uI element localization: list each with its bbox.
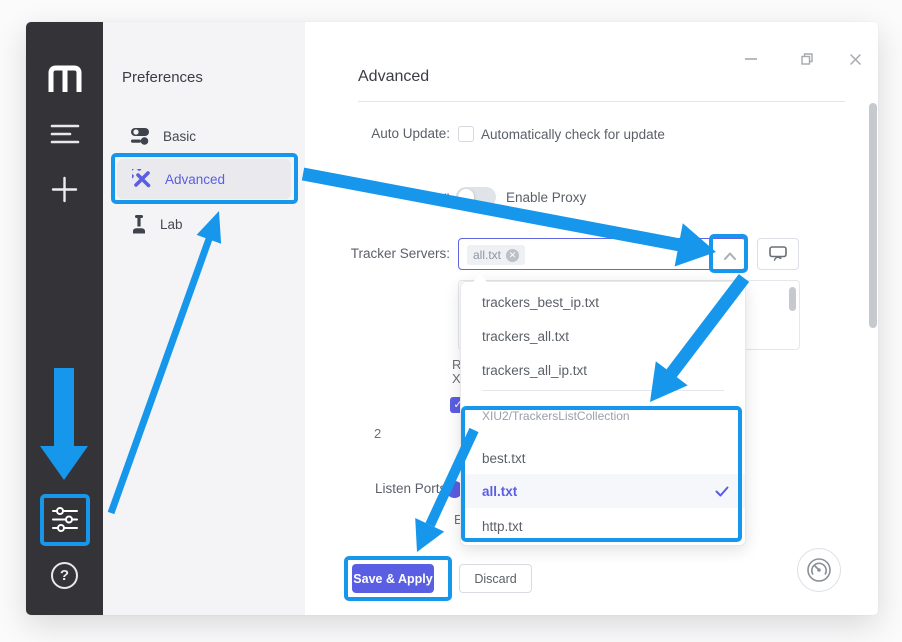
proxy-label: Proxy: xyxy=(305,189,450,204)
task-list-icon[interactable] xyxy=(50,123,80,145)
nav-item-label: Lab xyxy=(160,217,183,232)
toggle-knob xyxy=(458,189,474,205)
selected-tag: all.txt ✕ xyxy=(467,245,525,265)
minimize-button[interactable] xyxy=(737,46,765,72)
toggles-icon xyxy=(131,127,150,145)
lab-stamp-icon xyxy=(131,215,147,234)
auto-update-option-label: Automatically check for update xyxy=(481,127,665,142)
nav-title: Preferences xyxy=(122,69,203,86)
auto-update-label: Auto Update: xyxy=(305,126,450,141)
dropdown-item[interactable]: trackers_all_ip.txt xyxy=(461,354,745,386)
title-divider xyxy=(358,101,845,102)
nav-item-lab[interactable]: Lab xyxy=(131,212,291,236)
close-button[interactable] xyxy=(841,46,869,72)
nav-item-label: Basic xyxy=(163,129,196,144)
highlight-box-dropdown-group xyxy=(461,406,742,542)
listen-ports-label: Listen Ports: xyxy=(305,481,450,496)
motrix-logo-icon xyxy=(47,64,83,92)
highlight-box-advanced xyxy=(111,153,298,204)
main-scrollbar[interactable] xyxy=(869,103,877,328)
highlight-box-chevron xyxy=(709,234,748,273)
textarea-scrollbar[interactable] xyxy=(789,287,796,311)
speedometer-icon xyxy=(806,557,832,583)
auto-update-checkbox[interactable] xyxy=(458,126,474,142)
sync-trackers-button[interactable] xyxy=(757,238,799,270)
add-task-icon[interactable] xyxy=(51,176,78,203)
maximize-button[interactable] xyxy=(793,46,821,72)
tracker-servers-label: Tracker Servers: xyxy=(305,246,450,261)
highlight-box-save-button xyxy=(344,556,452,601)
tag-remove-icon[interactable]: ✕ xyxy=(506,249,519,262)
obscured-text-fragment: 2 xyxy=(374,426,381,441)
proxy-toggle[interactable] xyxy=(456,187,496,207)
help-icon[interactable]: ? xyxy=(51,562,78,589)
tag-label: all.txt xyxy=(473,248,501,262)
highlight-box-preferences-icon xyxy=(40,494,90,546)
nav-item-basic[interactable]: Basic xyxy=(131,124,291,148)
tracker-servers-select[interactable]: all.txt ✕ xyxy=(458,238,746,270)
discard-button[interactable]: Discard xyxy=(459,564,532,593)
dropdown-notch xyxy=(473,274,487,282)
speed-indicator-button[interactable] xyxy=(797,548,841,592)
dropdown-divider xyxy=(482,390,724,391)
dropdown-item[interactable]: trackers_all.txt xyxy=(461,320,745,352)
proxy-option-label: Enable Proxy xyxy=(506,190,586,205)
app-screenshot: ? Preferences Basic Advanced Lab xyxy=(0,0,902,642)
preferences-nav: Preferences Basic Advanced Lab xyxy=(103,22,305,615)
page-title: Advanced xyxy=(358,68,429,86)
dropdown-item[interactable]: trackers_best_ip.txt xyxy=(461,286,745,318)
app-window: ? Preferences Basic Advanced Lab xyxy=(26,22,878,615)
